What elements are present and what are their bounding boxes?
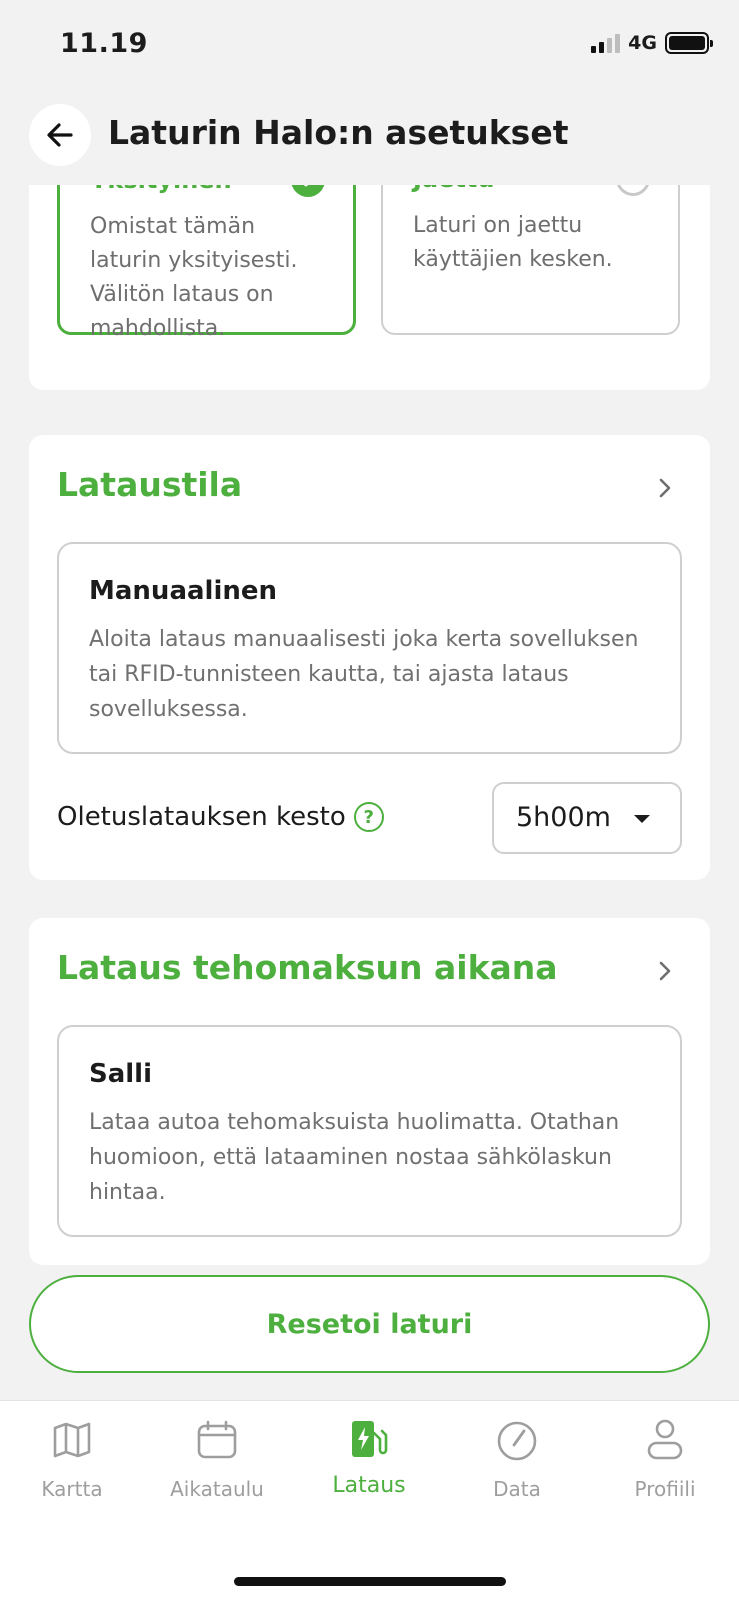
page-title: Laturin Halo:n asetukset	[108, 113, 569, 152]
duration-value: 5h00m	[516, 802, 611, 833]
settings-scroll-area[interactable]: Yksityinen Omistat tämän laturin yksityi…	[0, 185, 739, 1425]
ownership-card: Yksityinen Omistat tämän laturin yksityi…	[29, 185, 710, 390]
profile-icon	[647, 1419, 683, 1460]
help-icon[interactable]: ?	[353, 802, 384, 832]
tab-profiili[interactable]: Profiili	[595, 1415, 735, 1525]
battery-icon	[665, 32, 713, 54]
charging-mode-selection[interactable]: Manuaalinen Aloita lataus manuaalisesti …	[57, 542, 682, 754]
selected-power-fee-title: Salli	[89, 1059, 153, 1089]
power-fee-card: Lataus tehomaksun aikana Salli Lataa aut…	[29, 918, 710, 1265]
bottom-tab-bar: Kartta Aikataulu Lataus Data Profiili	[0, 1400, 739, 1600]
page-header: Laturin Halo:n asetukset	[0, 95, 739, 185]
power-fee-selection[interactable]: Salli Lataa autoa tehomaksuista huolimat…	[57, 1025, 682, 1237]
tab-label: Aikataulu	[170, 1477, 264, 1501]
chevron-right-icon[interactable]	[654, 960, 676, 982]
option-description: Omistat tämän laturin yksityisesti. Väli…	[90, 214, 298, 341]
option-title: Yksityinen	[90, 185, 232, 194]
caret-down-icon	[634, 815, 650, 823]
selected-power-fee-description: Lataa autoa tehomaksuista huolimatta. Ot…	[89, 1110, 620, 1205]
default-duration-label: Oletuslatauksen kesto ?	[57, 802, 384, 832]
option-description: Laturi on jaettu käyttäjien kesken.	[413, 213, 613, 272]
arrow-left-icon	[47, 123, 73, 147]
section-title-power-fee[interactable]: Lataus tehomaksun aikana	[57, 948, 558, 987]
status-time: 11.19	[60, 28, 148, 59]
home-indicator[interactable]	[234, 1577, 506, 1586]
selected-mode-title: Manuaalinen	[89, 576, 278, 606]
tab-aikataulu[interactable]: Aikataulu	[147, 1415, 287, 1525]
tab-label: Data	[493, 1477, 541, 1501]
radio-empty-icon	[616, 185, 650, 196]
calendar-icon	[197, 1420, 237, 1459]
ownership-option-shared[interactable]: Jaettu Laturi on jaettu käyttäjien keske…	[381, 185, 680, 335]
tab-data[interactable]: Data	[447, 1415, 587, 1525]
back-button[interactable]	[29, 104, 91, 166]
tab-label: Kartta	[41, 1477, 103, 1501]
default-duration-row: Oletuslatauksen kesto ? 5h00m	[57, 782, 682, 854]
duration-dropdown[interactable]: 5h00m	[492, 782, 682, 854]
tab-kartta[interactable]: Kartta	[2, 1415, 142, 1525]
charging-station-icon	[352, 1421, 388, 1457]
chevron-right-icon[interactable]	[654, 477, 676, 499]
status-indicators: 4G	[591, 32, 713, 54]
section-title-charging-mode[interactable]: Lataustila	[57, 465, 242, 504]
option-title: Jaettu	[413, 185, 494, 193]
tab-label: Profiili	[634, 1477, 696, 1501]
checkmark-icon	[291, 185, 325, 197]
duration-label-text: Oletuslatauksen kesto	[57, 802, 346, 832]
cellular-signal-icon	[591, 33, 621, 53]
status-bar: 11.19 4G	[0, 0, 739, 90]
tab-label: Lataus	[332, 1473, 406, 1498]
ownership-option-private[interactable]: Yksityinen Omistat tämän laturin yksityi…	[57, 185, 356, 341]
network-type: 4G	[628, 32, 657, 54]
charging-mode-card: Lataustila Manuaalinen Aloita lataus man…	[29, 435, 710, 880]
reset-charger-button[interactable]: Resetoi laturi	[29, 1275, 710, 1373]
map-icon	[53, 1422, 91, 1458]
selected-mode-description: Aloita lataus manuaalisesti joka kerta s…	[89, 627, 639, 722]
gauge-icon	[497, 1421, 537, 1461]
tab-lataus[interactable]: Lataus	[299, 1415, 439, 1525]
